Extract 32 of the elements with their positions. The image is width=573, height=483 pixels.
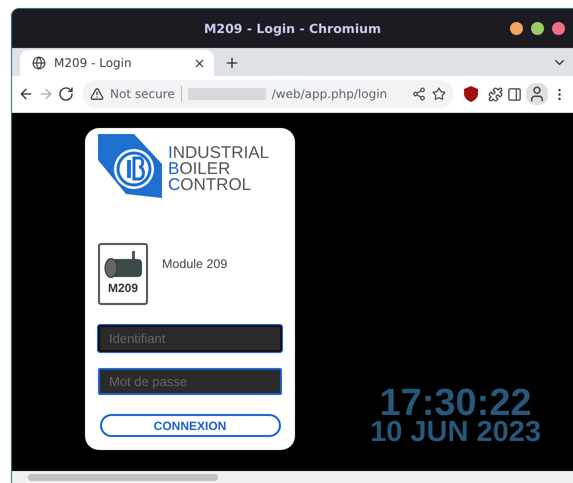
minimize-button[interactable] (510, 22, 523, 35)
maximize-button[interactable] (531, 22, 544, 35)
module-badge: M209 (98, 243, 148, 305)
window-title: M209 - Login - Chromium (204, 21, 382, 36)
brand-name: INDUSTRIAL (168, 145, 270, 161)
browser-tab[interactable]: M209 - Login (20, 50, 214, 76)
brand-name: CONTROL (168, 177, 252, 193)
input-field[interactable]: Identifiant (98, 325, 282, 352)
puzzle-icon[interactable] (488, 86, 503, 102)
clock-time: 17:30:22 (379, 387, 532, 419)
back-icon[interactable] (18, 86, 34, 102)
close-icon[interactable] (193, 56, 206, 70)
reload-icon[interactable] (58, 86, 74, 102)
address-bar[interactable]: Not secure /web/app.php/login (82, 80, 454, 108)
input-field[interactable]: Mot de passe (98, 368, 282, 395)
avatar-icon[interactable] (526, 83, 548, 105)
url-text: /web/app.php/login (272, 87, 388, 101)
share-icon[interactable] (412, 87, 426, 101)
warning-icon (90, 87, 104, 101)
new-tab-icon[interactable] (224, 55, 240, 71)
module-name: Module 209 (162, 257, 228, 271)
panel-icon[interactable] (507, 86, 522, 102)
star-icon[interactable] (432, 87, 446, 101)
horizontal-scrollbar[interactable] (12, 471, 573, 483)
logo-icon (98, 134, 162, 198)
brand-name: BOILER (168, 161, 232, 177)
shield-icon[interactable] (464, 86, 478, 102)
close-button[interactable] (552, 22, 565, 35)
clock-date: 10 JUN 2023 (370, 419, 541, 445)
security-label: Not secure (110, 87, 175, 101)
login-button[interactable]: CONNEXION (100, 414, 280, 437)
globe-icon (32, 56, 46, 70)
